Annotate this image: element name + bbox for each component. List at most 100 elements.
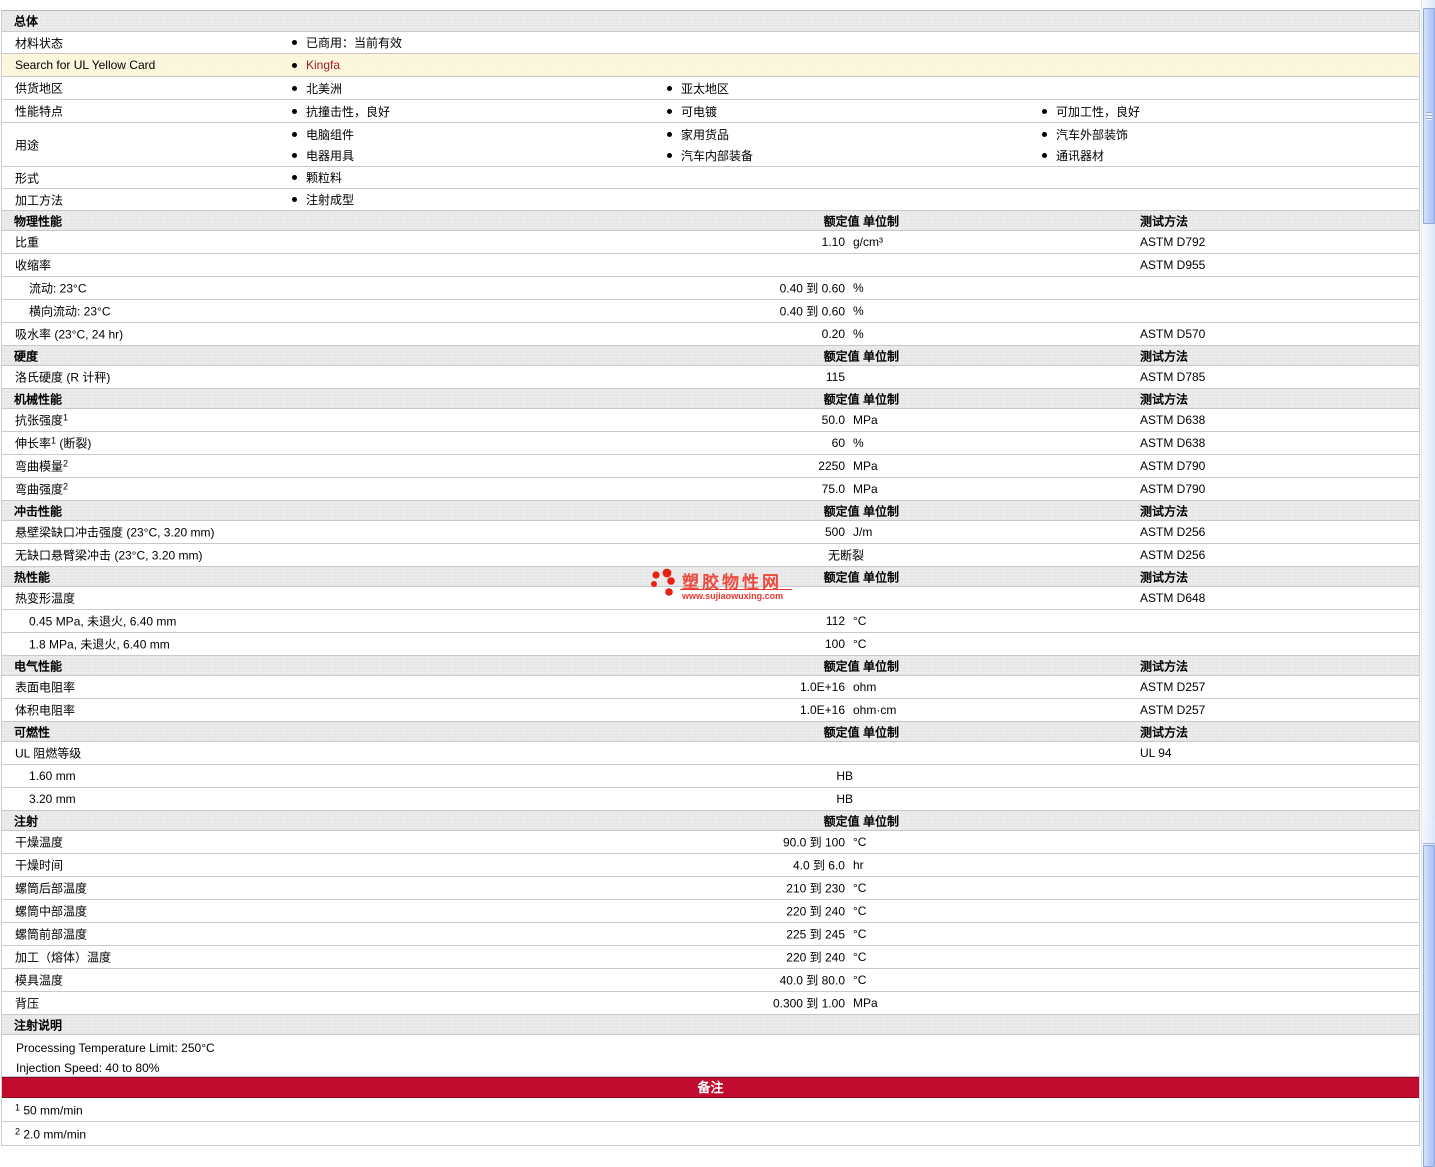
property-label: 弯曲强度2 [15, 481, 69, 497]
bullet-property-row: 用途 电脑组件 电器用具 家用货品 汽车内部装备 汽车外部装饰 通讯器材 [2, 123, 1419, 167]
property-unit: MPa [853, 413, 878, 427]
value-unit-column-header: 额定值 单位制 [823, 349, 899, 363]
property-row: UL 阻燃等级 UL 94 [2, 742, 1419, 765]
bullet-icon [292, 85, 297, 91]
test-method: ASTM D256 [1140, 548, 1206, 562]
bullet-column: 北美洲 [292, 77, 342, 99]
property-unit: % [853, 436, 864, 450]
property-row: 洛氏硬度 (R 计秤) 115 ASTM D785 [2, 366, 1419, 389]
property-value: 500 [824, 525, 845, 539]
bullet-column: 抗撞击性，良好 [292, 100, 390, 122]
property-unit: g/cm³ [853, 235, 883, 249]
test-method: ASTM D955 [1140, 258, 1206, 272]
bullet-item-label: 注射成型 [306, 193, 355, 207]
property-label: UL 阻燃等级 [15, 746, 82, 761]
property-label: 流动: 23°C [29, 281, 87, 296]
bullet-icon [292, 197, 297, 202]
section-header-row: 物理性能 额定值 单位制 测试方法 [2, 211, 1419, 231]
bullet-item-label: 可加工性，良好 [1056, 104, 1141, 119]
test-method: ASTM D785 [1140, 370, 1206, 384]
property-label: 比重 [15, 235, 40, 250]
property-label: 背压 [15, 996, 40, 1011]
bullet-item: 家用货品 [667, 124, 753, 145]
property-unit: °C [853, 614, 867, 628]
value-unit-column-header: 额定值 单位制 [823, 214, 899, 228]
bullet-item: 汽车内部装备 [667, 145, 753, 166]
section-title: 热性能 [14, 570, 51, 584]
bullet-icon [667, 131, 672, 137]
value-unit-column-header: 额定值 单位制 [823, 504, 899, 518]
bullet-column: 已商用：当前有效 [292, 32, 402, 53]
bullet-item: 可加工性，良好 [1042, 101, 1140, 122]
bullet-item-label[interactable]: Kingfa [306, 58, 340, 72]
property-unit: °C [853, 904, 867, 918]
property-unit: ohm [853, 680, 877, 694]
bullet-icon [292, 152, 297, 158]
bullet-icon [667, 152, 672, 158]
scrollbar-grip-icon [1426, 112, 1432, 120]
property-label: 形式 [15, 171, 40, 185]
property-label: 表面电阻率 [15, 680, 76, 695]
property-label: 体积电阻率 [15, 703, 76, 718]
property-row: 横向流动: 23°C 0.40 到 0.60% [2, 300, 1419, 323]
bullet-item: 注射成型 [292, 189, 354, 210]
property-row: 3.20 mm HB [2, 788, 1419, 811]
method-column-header: 测试方法 [1140, 725, 1189, 739]
method-column-header: 测试方法 [1140, 659, 1189, 673]
property-value: 1.0E+16 [799, 680, 845, 694]
property-unit: °C [853, 927, 867, 941]
property-label: 吸水率 (23°C, 24 hr) [15, 327, 124, 342]
property-value: 60 [831, 436, 845, 450]
section-header-row: 冲击性能 额定值 单位制 测试方法 [2, 501, 1419, 521]
test-method: ASTM D570 [1140, 327, 1206, 341]
property-value: 4.0 到 6.0 [792, 858, 845, 873]
method-column-header: 测试方法 [1140, 214, 1189, 228]
scrollbar-track[interactable] [1421, 0, 1435, 1167]
scrollbar-segment[interactable] [1423, 818, 1435, 844]
bullet-item-label: 抗撞击性，良好 [306, 104, 391, 119]
bullet-column: 可加工性，良好 [1042, 100, 1140, 122]
bullet-item-label: 电器用具 [306, 148, 355, 163]
section-header-row: 注射 额定值 单位制 [2, 811, 1419, 831]
yellow-card-link[interactable]: Kingfa [292, 55, 340, 76]
bullet-item-label: 家用货品 [681, 127, 730, 142]
property-unit: °C [853, 973, 867, 987]
section-title: 机械性能 [14, 392, 63, 406]
property-label: 干燥温度 [15, 835, 64, 850]
bullet-item: 电脑组件 [292, 124, 354, 145]
bullet-item-label: 颗粒料 [306, 171, 343, 185]
scrollbar-thumb-bottom[interactable] [1423, 845, 1435, 1167]
bullet-item: 电器用具 [292, 145, 354, 166]
section-header-row: 硬度 额定值 单位制 测试方法 [2, 346, 1419, 366]
value-unit-column-header: 额定值 单位制 [823, 392, 899, 406]
property-value: 115 [825, 370, 845, 384]
bullet-item-label: 北美洲 [306, 81, 343, 96]
scrollbar-thumb-top[interactable] [1423, 8, 1435, 224]
section-header-row: 注射说明 [2, 1015, 1419, 1035]
bullet-icon [667, 108, 672, 114]
property-unit: °C [853, 950, 867, 964]
test-method: ASTM D790 [1140, 459, 1206, 473]
property-row: 体积电阻率 1.0E+16 ohm·cm ASTM D257 [2, 699, 1419, 722]
property-label: 横向流动: 23°C [29, 304, 111, 319]
footnote-text: 2 2.0 mm/min [15, 1126, 87, 1141]
test-method: ASTM D256 [1140, 525, 1206, 539]
property-unit: MPa [853, 459, 878, 473]
property-unit: % [853, 281, 864, 295]
bullet-column: 亚太地区 [667, 77, 729, 99]
section-title: 可燃性 [14, 725, 51, 739]
property-row: 模具温度 40.0 到 80.0 °C [2, 969, 1419, 992]
property-value: 0.20 [821, 327, 845, 341]
bullet-icon [1042, 131, 1047, 137]
bullet-property-row: 性能特点 抗撞击性，良好 可电镀 可加工性，良好 [2, 100, 1419, 123]
section-title: 注射 [14, 814, 39, 828]
bullet-property-row: 供货地区 北美洲 亚太地区 [2, 77, 1419, 100]
property-label: 螺筒前部温度 [15, 927, 88, 942]
section-header-row: 机械性能 额定值 单位制 测试方法 [2, 389, 1419, 409]
property-row: 抗张强度1 50.0 MPa ASTM D638 [2, 409, 1419, 432]
property-unit: ohm·cm [853, 703, 897, 717]
property-label: 抗张强度1 [15, 412, 69, 428]
bullet-property-row: 形式 颗粒料 [2, 167, 1419, 189]
property-label: 模具温度 [15, 973, 64, 988]
property-label: 伸长率1 (断裂) [15, 435, 92, 451]
